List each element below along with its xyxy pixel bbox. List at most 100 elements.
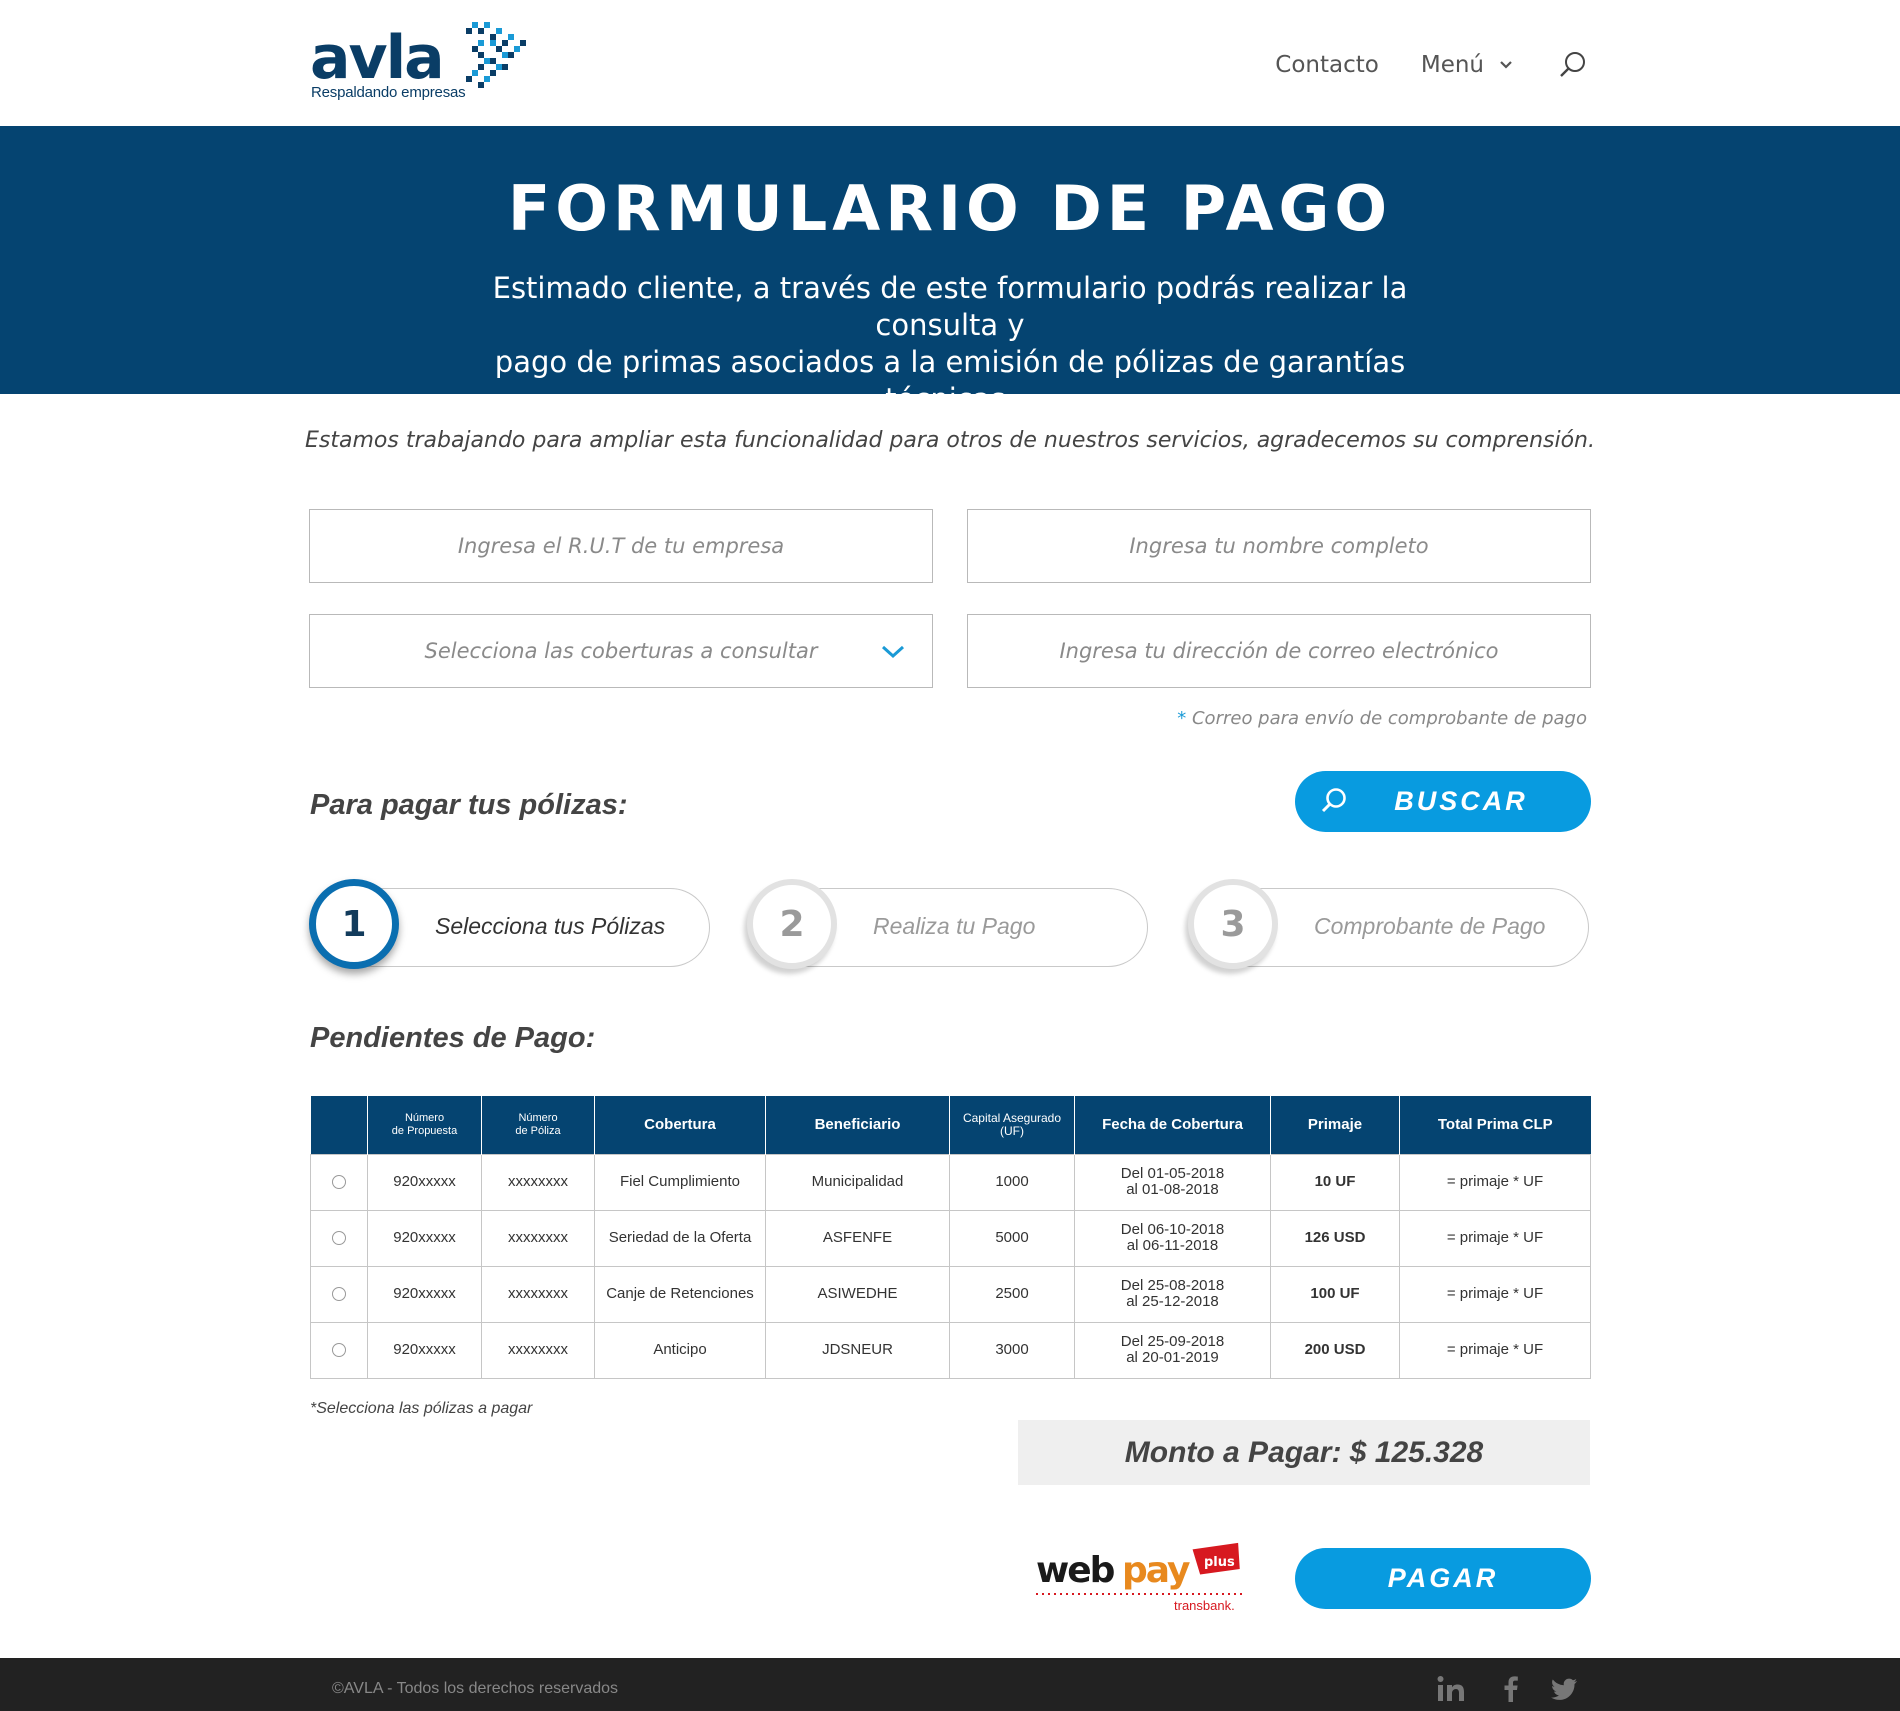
cell-cobertura: Seriedad de la Oferta	[594, 1209, 766, 1267]
cell-total: = primaje * UF	[1399, 1321, 1591, 1379]
main-nav: Contacto Menú	[1233, 50, 1588, 80]
hero-subtitle-line-1: Estimado cliente, a través de este formu…	[492, 271, 1408, 342]
email-placeholder: Ingresa tu dirección de correo electróni…	[1059, 639, 1499, 663]
transbank-label: transbank.	[1174, 1598, 1235, 1613]
table-row[interactable]: 920xxxxx xxxxxxxx Anticipo JDSNEUR 3000 …	[310, 1321, 1591, 1379]
cell-cobertura: Canje de Retenciones	[594, 1265, 766, 1323]
cell-poliza: xxxxxxxx	[481, 1265, 595, 1323]
col-numero-poliza: Número de Póliza	[481, 1096, 595, 1154]
step-payment-receipt[interactable]: 3 Comprobante de Pago	[1188, 879, 1589, 969]
email-input[interactable]: Ingresa tu dirección de correo electróni…	[967, 614, 1591, 688]
twitter-icon[interactable]	[1549, 1674, 1579, 1704]
pay-button[interactable]: PAGAR	[1295, 1548, 1591, 1609]
cell-capital: 1000	[949, 1153, 1075, 1211]
copyright-text: ©AVLA - Todos los derechos reservados	[332, 1680, 619, 1697]
amount-to-pay: Monto a Pagar: $ 125.328	[1018, 1420, 1590, 1485]
cell-capital: 5000	[949, 1209, 1075, 1267]
logo-wordmark: avla	[310, 23, 445, 93]
search-button-label: BUSCAR	[1394, 786, 1528, 816]
col-capital: Capital Asegurado (UF)	[949, 1096, 1075, 1154]
cell-total: = primaje * UF	[1399, 1265, 1591, 1323]
nav-contacto-label: Contacto	[1275, 52, 1379, 78]
step-label: Selecciona tus Pólizas	[435, 913, 666, 939]
cell-primaje: 200 USD	[1270, 1321, 1400, 1379]
col-select	[310, 1096, 368, 1154]
site-header: avla Respaldando empresas Contacto Menú	[0, 0, 1900, 126]
table-header-row: Número de Propuesta Número de Póliza Cober…	[310, 1096, 1591, 1154]
table-row[interactable]: 920xxxxx xxxxxxxx Fiel Cumplimiento Muni…	[310, 1153, 1591, 1211]
cell-cobertura: Fiel Cumplimiento	[594, 1153, 766, 1211]
cell-propuesta: 920xxxxx	[367, 1209, 482, 1267]
cell-fecha: Del 06-10-2018 al 06-11-2018	[1074, 1209, 1271, 1267]
cell-capital: 2500	[949, 1265, 1075, 1323]
cell-propuesta: 920xxxxx	[367, 1265, 482, 1323]
cell-primaje: 100 UF	[1270, 1265, 1400, 1323]
search-button[interactable]: BUSCAR	[1295, 771, 1591, 832]
table-row[interactable]: 920xxxxx xxxxxxxx Seriedad de la Oferta …	[310, 1209, 1591, 1267]
email-note-text: Correo para envío de comprobante de pago	[1191, 708, 1587, 729]
policy-radio[interactable]	[332, 1231, 346, 1245]
cell-beneficiario: ASIWEDHE	[765, 1265, 950, 1323]
chevron-down-icon	[1500, 61, 1512, 69]
step-make-payment[interactable]: 2 Realiza tu Pago	[747, 879, 1148, 969]
nav-menu[interactable]: Menú	[1421, 52, 1514, 78]
step-label: Comprobante de Pago	[1314, 913, 1546, 939]
cell-total: = primaje * UF	[1399, 1209, 1591, 1267]
table-row[interactable]: 920xxxxx xxxxxxxx Canje de Retenciones A…	[310, 1265, 1591, 1323]
cell-cobertura: Anticipo	[594, 1321, 766, 1379]
facebook-icon[interactable]	[1496, 1674, 1526, 1704]
cell-fecha: Del 25-09-2018 al 20-01-2019	[1074, 1321, 1271, 1379]
step-number: 1	[309, 879, 399, 969]
nav-contacto[interactable]: Contacto	[1275, 52, 1379, 78]
row-radio-cell	[310, 1265, 368, 1323]
cell-propuesta: 920xxxxx	[367, 1153, 482, 1211]
webpay-brand-pay: pay	[1122, 1550, 1190, 1591]
cell-poliza: xxxxxxxx	[481, 1153, 595, 1211]
webpay-plus-label: plus	[1204, 1555, 1235, 1570]
cell-poliza: xxxxxxxx	[481, 1321, 595, 1379]
col-total: Total Prima CLP	[1399, 1096, 1591, 1154]
step-label: Realiza tu Pago	[873, 913, 1036, 939]
col-numero-propuesta: Número de Propuesta	[367, 1096, 482, 1154]
cell-beneficiario: ASFENFE	[765, 1209, 950, 1267]
email-note-marker: *	[1177, 708, 1187, 729]
email-note: * Correo para envío de comprobante de pa…	[1177, 708, 1587, 729]
pending-policies-table: Número de Propuesta Número de Póliza Cober…	[310, 1096, 1591, 1379]
row-radio-cell	[310, 1153, 368, 1211]
cell-primaje: 10 UF	[1270, 1153, 1400, 1211]
cell-poliza: xxxxxxxx	[481, 1209, 595, 1267]
hero-subtitle: Estimado cliente, a través de este formu…	[430, 270, 1470, 418]
webpay-plus-logo: web pay plus transbank.	[1036, 1542, 1244, 1613]
nav-menu-label: Menú	[1420, 52, 1484, 78]
avla-logo[interactable]: avla Respaldando empresas	[310, 20, 526, 102]
site-footer: ©AVLA - Todos los derechos reservados	[0, 1658, 1900, 1711]
step-select-policies[interactable]: 1 Selecciona tus Pólizas	[309, 879, 710, 969]
search-icon[interactable]	[1558, 50, 1588, 80]
step-number: 3	[1188, 879, 1278, 969]
name-input[interactable]: Ingresa tu nombre completo	[967, 509, 1591, 583]
policy-radio[interactable]	[332, 1175, 346, 1189]
cell-beneficiario: Municipalidad	[765, 1153, 950, 1211]
cell-total: = primaje * UF	[1399, 1153, 1591, 1211]
row-radio-cell	[310, 1321, 368, 1379]
pay-button-label: PAGAR	[1387, 1563, 1499, 1593]
cell-capital: 3000	[949, 1321, 1075, 1379]
steps-title: Para pagar tus pólizas:	[310, 789, 628, 821]
coverage-select[interactable]: Selecciona las coberturas a consultar	[309, 614, 933, 688]
policy-radio[interactable]	[332, 1287, 346, 1301]
linkedin-icon[interactable]	[1436, 1674, 1466, 1704]
col-cobertura: Cobertura	[594, 1096, 766, 1154]
cell-fecha: Del 25-08-2018 al 25-12-2018	[1074, 1265, 1271, 1323]
rut-input[interactable]: Ingresa el R.U.T de tu empresa	[309, 509, 933, 583]
hero-subtitle-line-2: pago de primas asociados a la emisión de…	[494, 345, 1406, 416]
cell-beneficiario: JDSNEUR	[765, 1321, 950, 1379]
chevron-down-icon	[881, 645, 905, 659]
name-placeholder: Ingresa tu nombre completo	[1129, 534, 1429, 558]
col-beneficiario: Beneficiario	[765, 1096, 950, 1154]
page-title: FORMULARIO DE PAGO	[507, 172, 1393, 245]
policy-radio[interactable]	[332, 1343, 346, 1357]
select-policies-note: *Selecciona las pólizas a pagar	[310, 1400, 533, 1417]
logo-tagline: Respaldando empresas	[311, 84, 466, 101]
logo-pixel-mark	[466, 22, 526, 88]
rut-placeholder: Ingresa el R.U.T de tu empresa	[457, 534, 785, 558]
